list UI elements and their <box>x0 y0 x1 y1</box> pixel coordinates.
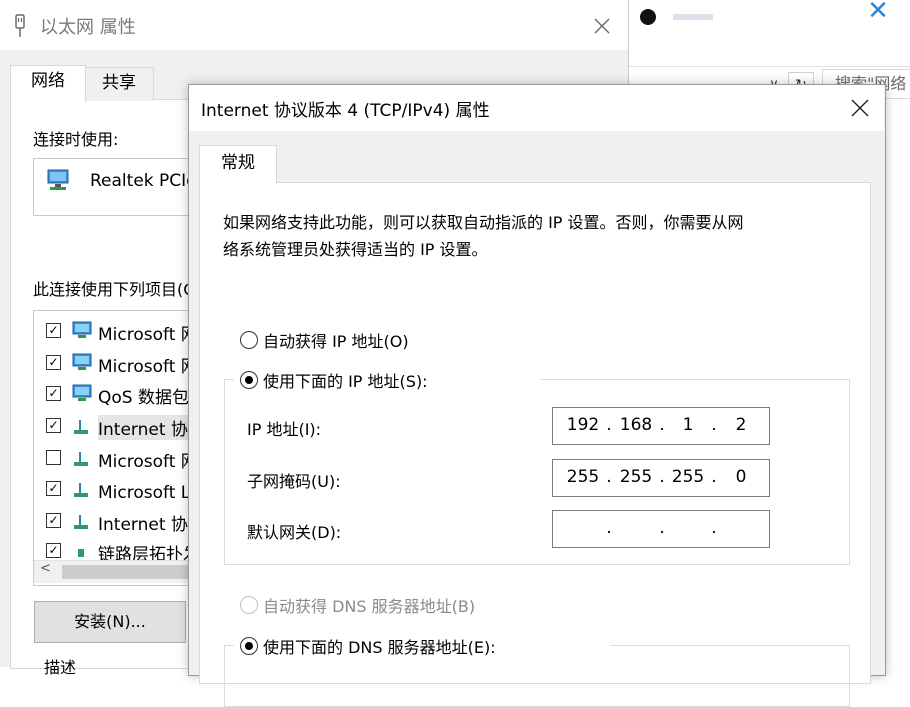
ip-octet[interactable]: 0 <box>721 467 761 487</box>
ip-separator: . <box>606 415 612 435</box>
network-client-icon <box>72 384 92 401</box>
checkbox[interactable]: ✓ <box>46 418 61 433</box>
ip-separator: . <box>659 467 665 487</box>
network-adapter-icon <box>47 169 69 190</box>
ip-separator: . <box>606 467 612 487</box>
ip-separator: . <box>659 415 665 435</box>
scrollbar-thumb[interactable] <box>62 565 192 579</box>
ip-octet[interactable]: 168 <box>616 415 656 435</box>
checkbox[interactable]: ✓ <box>46 323 61 338</box>
gateway-label: 默认网关(D): <box>247 523 342 542</box>
network-client-icon <box>72 353 92 370</box>
subnet-mask-field[interactable]: 255 . 255 . 255 . 0 <box>552 459 770 497</box>
ip-octet[interactable]: 192 <box>563 415 603 435</box>
checkbox[interactable] <box>46 450 61 465</box>
ip-separator: . <box>606 518 612 538</box>
install-button[interactable]: 安装(N)... <box>34 601 186 643</box>
checkbox[interactable]: ✓ <box>46 513 61 528</box>
ip-octet[interactable]: 255 <box>616 467 656 487</box>
tab-sharing[interactable]: 共享 <box>84 67 154 101</box>
app-icon <box>640 9 656 25</box>
network-client-icon <box>72 321 92 338</box>
auto-dns-label: 自动获得 DNS 服务器地址(B) <box>263 597 476 616</box>
background-title <box>673 14 713 20</box>
window-title: 以太网 属性 <box>40 17 136 38</box>
close-icon[interactable]: ✕ <box>866 0 890 24</box>
protocol-icon <box>74 515 88 529</box>
components-label: 此连接使用下列项目(O): <box>33 280 208 299</box>
ip-octet[interactable]: 255 <box>668 467 708 487</box>
ip-separator: . <box>659 518 665 538</box>
protocol-icon <box>74 420 88 434</box>
ip-separator: . <box>711 518 717 538</box>
protocol-icon <box>74 452 88 466</box>
checkbox[interactable]: ✓ <box>46 386 61 401</box>
checkbox[interactable]: ✓ <box>46 355 61 370</box>
protocol-icon <box>78 549 84 557</box>
manual-dns-label: 使用下面的 DNS 服务器地址(E): <box>263 638 496 657</box>
manual-dns-radio[interactable] <box>240 637 258 655</box>
auto-dns-radio[interactable] <box>240 596 258 614</box>
checkbox[interactable]: ✓ <box>46 543 61 558</box>
manual-ip-label: 使用下面的 IP 地址(S): <box>263 372 428 391</box>
description-text: 络系统管理员处获得适当的 IP 设置。 <box>223 240 488 259</box>
scroll-left-icon[interactable]: < <box>40 561 51 576</box>
close-icon[interactable] <box>846 94 874 122</box>
ip-octet[interactable]: 255 <box>563 467 603 487</box>
ip-address-label: IP 地址(I): <box>247 420 322 439</box>
subnet-mask-label: 子网掩码(U): <box>247 472 341 491</box>
ip-separator: . <box>711 467 717 487</box>
protocol-icon <box>74 483 88 497</box>
ip-separator: . <box>711 415 717 435</box>
gateway-field[interactable]: . . . <box>552 510 770 548</box>
checkbox[interactable]: ✓ <box>46 481 61 496</box>
dialog-title: Internet 协议版本 4 (TCP/IPv4) 属性 <box>201 101 490 121</box>
close-icon[interactable] <box>588 12 616 40</box>
manual-ip-radio[interactable] <box>240 371 258 389</box>
description-text: 如果网络支持此功能，则可以获取自动指派的 IP 设置。否则，你需要从网 <box>223 213 744 232</box>
tab-general[interactable]: 常规 <box>199 145 277 184</box>
description-label: 描述 <box>44 658 77 677</box>
ip-octet[interactable]: 1 <box>668 415 708 435</box>
network-connection-icon <box>15 14 25 37</box>
tab-network[interactable]: 网络 <box>10 65 86 102</box>
auto-ip-radio[interactable] <box>240 331 258 349</box>
auto-ip-label: 自动获得 IP 地址(O) <box>263 332 409 351</box>
ip-octet[interactable]: 2 <box>721 415 761 435</box>
ip-address-field[interactable]: 192 . 168 . 1 . 2 <box>552 407 770 445</box>
connect-using-label: 连接时使用: <box>33 130 119 149</box>
